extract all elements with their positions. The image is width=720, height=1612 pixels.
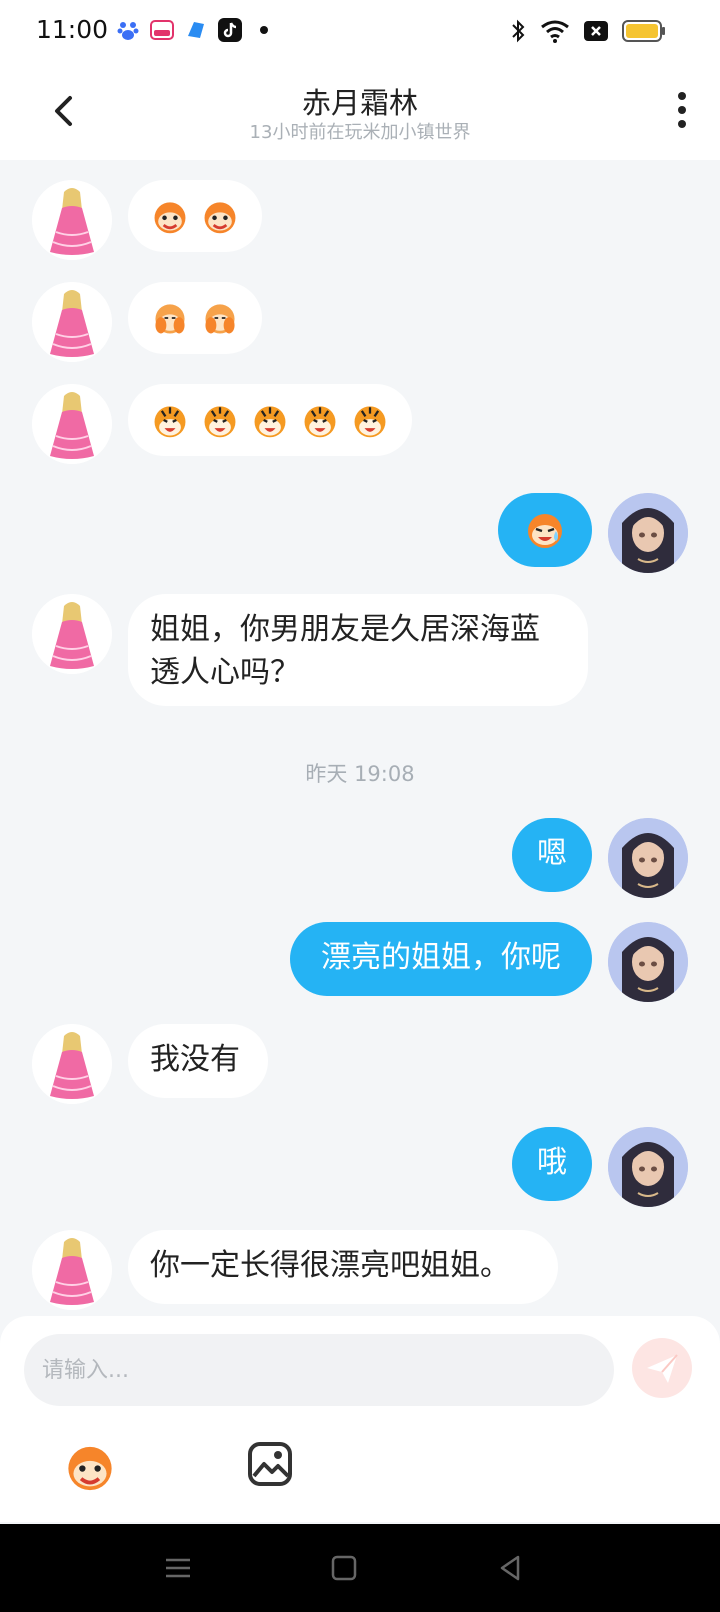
menu-icon bbox=[166, 1558, 190, 1578]
contact-avatar[interactable] bbox=[32, 594, 112, 674]
wifi-icon bbox=[540, 19, 570, 47]
contact-avatar[interactable] bbox=[32, 180, 112, 260]
message-bubble-text[interactable]: 我没有 bbox=[128, 1024, 268, 1098]
bluetooth-icon bbox=[510, 18, 526, 48]
tiktok-app-icon bbox=[218, 18, 242, 42]
message-bubble-sticker[interactable] bbox=[128, 282, 262, 354]
self-avatar[interactable] bbox=[608, 818, 688, 898]
no-sim-icon bbox=[584, 21, 608, 45]
sticker-group bbox=[150, 398, 390, 442]
message-bubble-sticker[interactable] bbox=[128, 180, 262, 252]
tiger-sticker-icon bbox=[200, 399, 240, 441]
recent-apps-button[interactable] bbox=[162, 1552, 194, 1584]
back-icon bbox=[500, 1555, 520, 1581]
status-indicators bbox=[510, 18, 666, 48]
tiger-sticker-icon bbox=[250, 399, 290, 441]
home-button[interactable] bbox=[328, 1552, 360, 1584]
baidu-app-icon bbox=[116, 18, 140, 42]
blue-app-icon bbox=[184, 18, 208, 42]
tiger-sticker-icon bbox=[350, 399, 390, 441]
sticker-group bbox=[150, 194, 240, 238]
more-vertical-icon bbox=[678, 92, 686, 128]
message-bubble-text[interactable]: 漂亮的姐姐，你呢 bbox=[290, 922, 592, 996]
message-bubble-sticker[interactable] bbox=[128, 384, 412, 456]
image-picker-button[interactable] bbox=[246, 1440, 294, 1488]
message-composer bbox=[0, 1316, 720, 1522]
status-time: 11:00 bbox=[36, 15, 109, 44]
contact-avatar[interactable] bbox=[32, 282, 112, 362]
message-timestamp: 昨天 19:08 bbox=[305, 762, 415, 786]
message-bubble-text[interactable]: 哦 bbox=[512, 1127, 592, 1201]
emoji-button[interactable] bbox=[62, 1438, 118, 1494]
self-avatar[interactable] bbox=[608, 1127, 688, 1207]
send-button[interactable] bbox=[632, 1338, 692, 1398]
sticker-group bbox=[150, 296, 240, 340]
message-bubble-sticker[interactable] bbox=[498, 493, 592, 567]
monkey-cover-face-sticker-icon bbox=[200, 296, 240, 340]
contact-avatar[interactable] bbox=[32, 1024, 112, 1104]
monkey-sticker-icon bbox=[200, 194, 240, 238]
message-bubble-text[interactable]: 你一定长得很漂亮吧姐姐。 bbox=[128, 1230, 558, 1304]
message-bubble-text[interactable]: 姐姐，你男朋友是久居深海蓝透人心吗？ bbox=[128, 594, 588, 706]
self-avatar[interactable] bbox=[608, 922, 688, 1002]
contact-name: 赤月霜林 bbox=[301, 86, 418, 120]
monkey-emoji-icon bbox=[62, 1438, 118, 1494]
image-icon bbox=[248, 1442, 292, 1486]
message-bubble-text[interactable]: 嗯 bbox=[512, 818, 592, 892]
home-icon bbox=[331, 1555, 357, 1581]
contact-status: 13小时前在玩米加小镇世界 bbox=[249, 122, 471, 143]
system-back-button[interactable] bbox=[494, 1552, 526, 1584]
crying-monkey-sticker-icon bbox=[523, 507, 567, 551]
message-input[interactable] bbox=[24, 1334, 614, 1406]
system-nav-bar bbox=[0, 1524, 720, 1612]
chat-header: 赤月霜林 13小时前在玩米加小镇世界 bbox=[0, 62, 720, 160]
game-app-icon bbox=[150, 18, 174, 42]
status-bar: 11:00 bbox=[0, 0, 720, 62]
status-app-icons bbox=[116, 18, 268, 42]
notification-dot-icon bbox=[260, 26, 268, 34]
more-options-button[interactable] bbox=[670, 88, 694, 132]
tiger-sticker-icon bbox=[300, 399, 340, 441]
contact-avatar[interactable] bbox=[32, 1230, 112, 1310]
contact-avatar[interactable] bbox=[32, 384, 112, 464]
monkey-sticker-icon bbox=[150, 194, 190, 238]
self-avatar[interactable] bbox=[608, 493, 688, 573]
monkey-cover-face-sticker-icon bbox=[150, 296, 190, 340]
battery-icon bbox=[622, 20, 666, 46]
tiger-sticker-icon bbox=[150, 399, 190, 441]
send-icon bbox=[647, 1354, 678, 1383]
sticker-group bbox=[520, 507, 570, 551]
